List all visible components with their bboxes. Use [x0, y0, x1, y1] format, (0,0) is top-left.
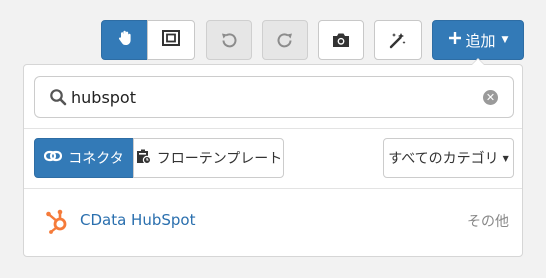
search-icon [49, 88, 67, 110]
screenshot-button[interactable] [318, 20, 364, 60]
fit-frame-button[interactable] [147, 20, 195, 60]
camera-icon [332, 32, 350, 48]
undo-button[interactable] [206, 20, 252, 60]
divider [24, 128, 522, 129]
hubspot-icon [45, 208, 69, 238]
panel-arrow-inner [472, 59, 484, 65]
search-input[interactable] [71, 85, 471, 109]
fit-frame-icon [162, 30, 180, 50]
add-button[interactable]: 追加 ▼ [432, 20, 524, 60]
chevron-down-icon: ▼ [502, 153, 509, 163]
tab-connectors[interactable]: コネクタ [34, 138, 134, 178]
undo-icon [220, 31, 238, 49]
search-box: ✕ [34, 76, 514, 118]
pan-mode-button[interactable] [101, 20, 148, 60]
divider [24, 188, 522, 189]
chevron-down-icon: ▼ [501, 35, 509, 45]
hand-icon [116, 29, 134, 51]
auto-layout-button[interactable] [374, 20, 422, 60]
result-name: CData HubSpot [80, 211, 196, 229]
connector-icon [44, 149, 63, 167]
toolbar: 追加 ▼ [0, 0, 546, 60]
tab-flow-templates-label: フローテンプレート [156, 151, 283, 167]
template-icon [135, 148, 151, 168]
plus-icon [448, 31, 462, 49]
redo-icon [276, 31, 294, 49]
tab-connectors-label: コネクタ [68, 151, 124, 167]
list-item[interactable]: CData HubSpot その他 [24, 199, 522, 243]
clear-search-icon[interactable]: ✕ [483, 90, 498, 105]
add-button-label: 追加 [465, 31, 496, 50]
category-select[interactable]: すべてのカテゴリ ▼ [383, 138, 514, 178]
mode-toggle-group [101, 20, 195, 60]
result-category: その他 [467, 214, 509, 230]
redo-button[interactable] [262, 20, 308, 60]
magic-wand-icon [389, 31, 407, 49]
category-select-label: すべてのカテゴリ [388, 151, 499, 167]
tab-flow-templates[interactable]: フローテンプレート [133, 138, 284, 178]
